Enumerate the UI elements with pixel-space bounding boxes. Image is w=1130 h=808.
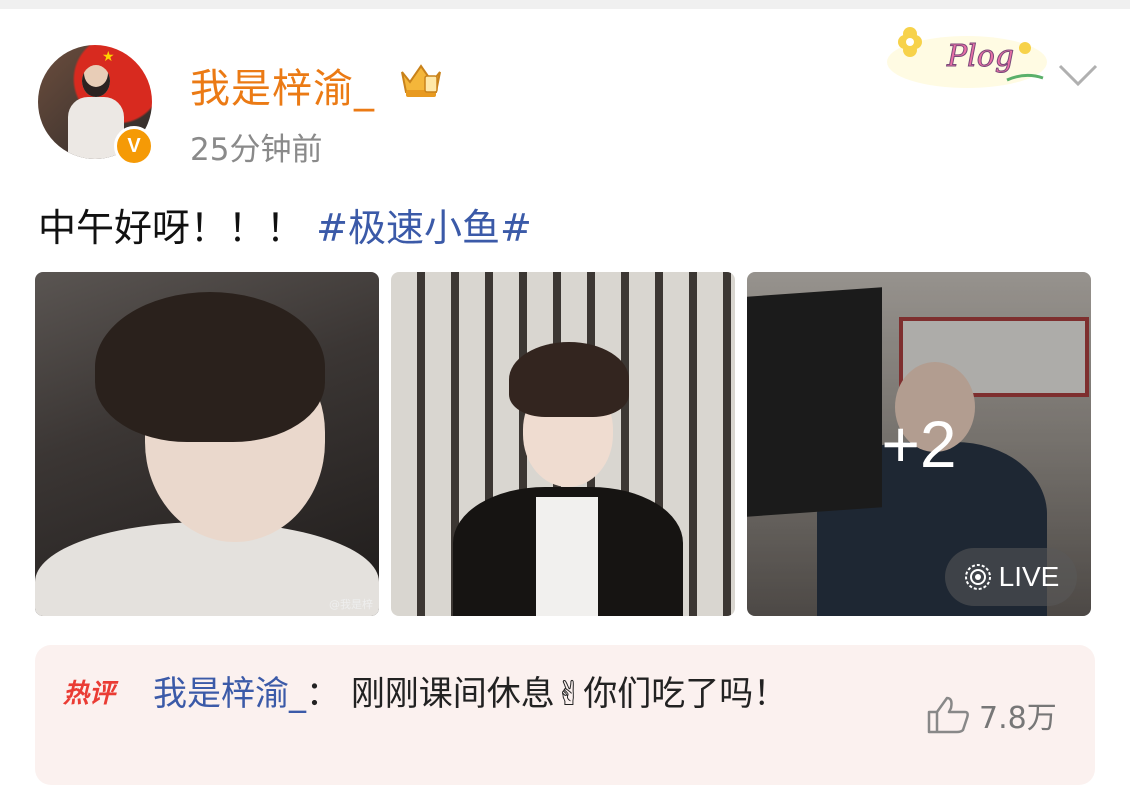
- hot-comment-box[interactable]: 热评 我是梓渝_： 刚刚课间休息✌你们吃了吗！ 7.8万: [35, 645, 1095, 785]
- chevron-down-icon[interactable]: [1056, 60, 1100, 90]
- avatar-person-head: [82, 65, 110, 97]
- thumbs-up-icon: [927, 696, 969, 734]
- post-text: 中午好呀！！！ #极速小鱼#: [38, 197, 532, 252]
- photo-hair-shape: [509, 342, 629, 417]
- post-body: 中午好呀！！！: [38, 206, 305, 250]
- like-count: 7.8万: [979, 701, 1057, 736]
- hot-comment-text: 我是梓渝_： 刚刚课间休息✌你们吃了吗！: [153, 667, 843, 721]
- comment-body: 刚刚课间休息: [350, 674, 555, 714]
- post-image-2[interactable]: [391, 272, 735, 616]
- comment-username[interactable]: 我是梓渝_: [153, 674, 306, 714]
- crown-badge-icon[interactable]: [396, 58, 446, 100]
- image-watermark: @我是梓: [329, 598, 373, 611]
- photo-hair-shape: [95, 292, 325, 442]
- photo-shirt-shape: [536, 497, 598, 616]
- live-badge[interactable]: LIVE: [945, 548, 1077, 606]
- hot-comment-badge: 热评: [63, 679, 116, 709]
- live-label: LIVE: [998, 561, 1060, 592]
- comment-body-tail: 你们吃了吗！: [583, 674, 788, 714]
- post-image-1[interactable]: @我是梓: [35, 272, 379, 616]
- topic-link[interactable]: #极速小鱼#: [316, 206, 532, 250]
- live-icon: [964, 564, 991, 590]
- svg-text:Plog: Plog: [946, 39, 1014, 74]
- plog-decoration: Plog: [887, 27, 1047, 88]
- comment-separator: ：: [306, 674, 340, 714]
- post-time: 25分钟前: [190, 132, 323, 168]
- flag-star-icon: ★: [102, 49, 115, 65]
- like-button[interactable]: 7.8万: [925, 693, 1057, 737]
- verified-badge: V: [114, 126, 154, 166]
- victory-hand-icon: ✌: [554, 674, 584, 714]
- top-strip: [0, 0, 1130, 9]
- post-image-3[interactable]: +2 LIVE: [747, 272, 1091, 616]
- username[interactable]: 我是梓渝_: [190, 56, 375, 114]
